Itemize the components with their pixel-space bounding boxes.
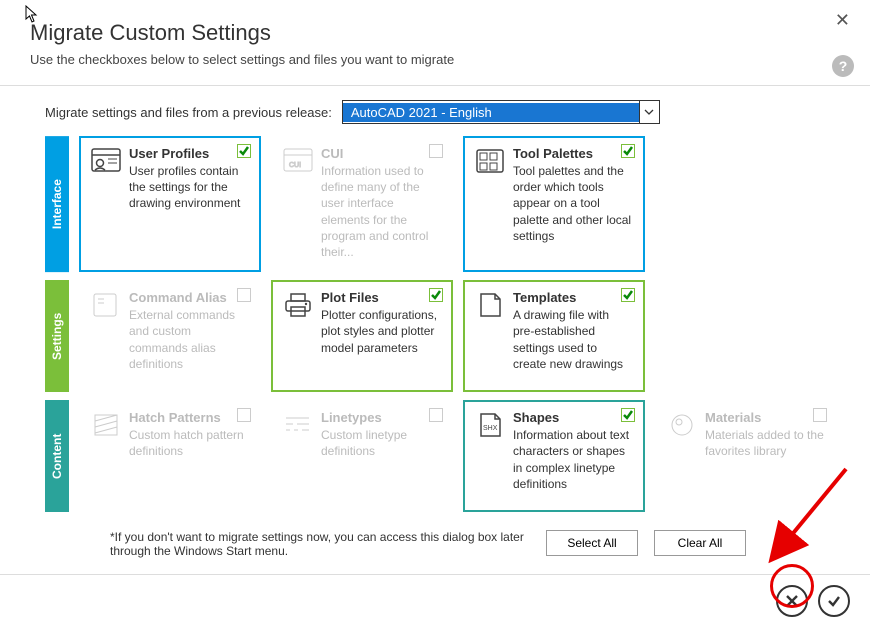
card-plot-files[interactable]: Plot Files Plotter configurations, plot … — [271, 280, 453, 392]
card-desc: Information used to define many of the u… — [321, 163, 441, 260]
card-title: Tool Palettes — [513, 146, 633, 161]
card-linetypes[interactable]: Linetypes Custom linetype definitions — [271, 400, 453, 512]
release-selected: AutoCAD 2021 - English — [343, 103, 639, 122]
card-desc: External commands and custom commands al… — [129, 307, 249, 372]
card-title: Command Alias — [129, 290, 249, 305]
sections: Interface User Profiles User profiles co… — [0, 136, 870, 512]
checkbox-command-alias[interactable] — [237, 288, 251, 302]
svg-text:SHX: SHX — [483, 425, 498, 432]
section-tab-settings: Settings — [45, 280, 69, 392]
ok-button[interactable] — [818, 585, 850, 617]
svg-text:CUI: CUI — [289, 162, 301, 169]
checkbox-hatch[interactable] — [237, 408, 251, 422]
cancel-button[interactable] — [776, 585, 808, 617]
card-desc: User profiles contain the settings for t… — [129, 163, 249, 212]
checkbox-templates[interactable] — [621, 288, 635, 302]
card-desc: Tool palettes and the order which tools … — [513, 163, 633, 244]
card-shapes[interactable]: SHX Shapes Information about text charac… — [463, 400, 645, 512]
card-tool-palettes[interactable]: Tool Palettes Tool palettes and the orde… — [463, 136, 645, 272]
release-select[interactable]: AutoCAD 2021 - English — [342, 100, 660, 124]
checkbox-linetypes[interactable] — [429, 408, 443, 422]
section-tab-interface: Interface — [45, 136, 69, 272]
card-command-alias[interactable]: Command Alias External commands and cust… — [79, 280, 261, 392]
section-tab-content: Content — [45, 400, 69, 512]
card-title: CUI — [321, 146, 441, 161]
card-title: Hatch Patterns — [129, 410, 249, 425]
tool-palettes-icon — [475, 148, 505, 174]
card-title: User Profiles — [129, 146, 249, 161]
card-title: Plot Files — [321, 290, 441, 305]
card-desc: Information about text characters or sha… — [513, 427, 633, 492]
release-label: Migrate settings and files from a previo… — [45, 105, 332, 120]
page-subtitle: Use the checkboxes below to select setti… — [30, 52, 840, 67]
card-title: Materials — [705, 410, 825, 425]
linetypes-icon — [283, 412, 313, 438]
page-title: Migrate Custom Settings — [30, 20, 840, 46]
checkbox-tool-palettes[interactable] — [621, 144, 635, 158]
card-title: Linetypes — [321, 410, 441, 425]
shapes-icon: SHX — [475, 412, 505, 438]
checkbox-shapes[interactable] — [621, 408, 635, 422]
checkbox-user-profiles[interactable] — [237, 144, 251, 158]
select-all-button[interactable]: Select All — [546, 530, 638, 556]
chevron-down-icon — [639, 101, 659, 123]
hatch-icon — [91, 412, 121, 438]
card-user-profiles[interactable]: User Profiles User profiles contain the … — [79, 136, 261, 272]
user-profiles-icon — [91, 148, 121, 174]
cui-icon: CUI — [283, 148, 313, 174]
command-alias-icon — [91, 292, 121, 318]
card-title: Shapes — [513, 410, 633, 425]
card-desc: Custom linetype definitions — [321, 427, 441, 459]
close-icon[interactable]: ✕ — [835, 10, 850, 31]
card-desc: Materials added to the favorites library — [705, 427, 825, 459]
card-title: Templates — [513, 290, 633, 305]
checkbox-cui[interactable] — [429, 144, 443, 158]
checkbox-materials[interactable] — [813, 408, 827, 422]
plot-files-icon — [283, 292, 313, 318]
templates-icon — [475, 292, 505, 318]
card-templates[interactable]: Templates A drawing file with pre-establ… — [463, 280, 645, 392]
card-desc: A drawing file with pre-established sett… — [513, 307, 633, 372]
footer-note: *If you don't want to migrate settings n… — [110, 530, 530, 558]
card-desc: Plotter configurations, plot styles and … — [321, 307, 441, 356]
help-icon[interactable]: ? — [832, 55, 854, 77]
materials-icon — [667, 412, 697, 438]
card-hatch-patterns[interactable]: Hatch Patterns Custom hatch pattern defi… — [79, 400, 261, 512]
card-desc: Custom hatch pattern definitions — [129, 427, 249, 459]
checkbox-plot-files[interactable] — [429, 288, 443, 302]
card-materials[interactable]: Materials Materials added to the favorit… — [655, 400, 837, 512]
card-cui[interactable]: CUI CUI Information used to define many … — [271, 136, 453, 272]
clear-all-button[interactable]: Clear All — [654, 530, 746, 556]
